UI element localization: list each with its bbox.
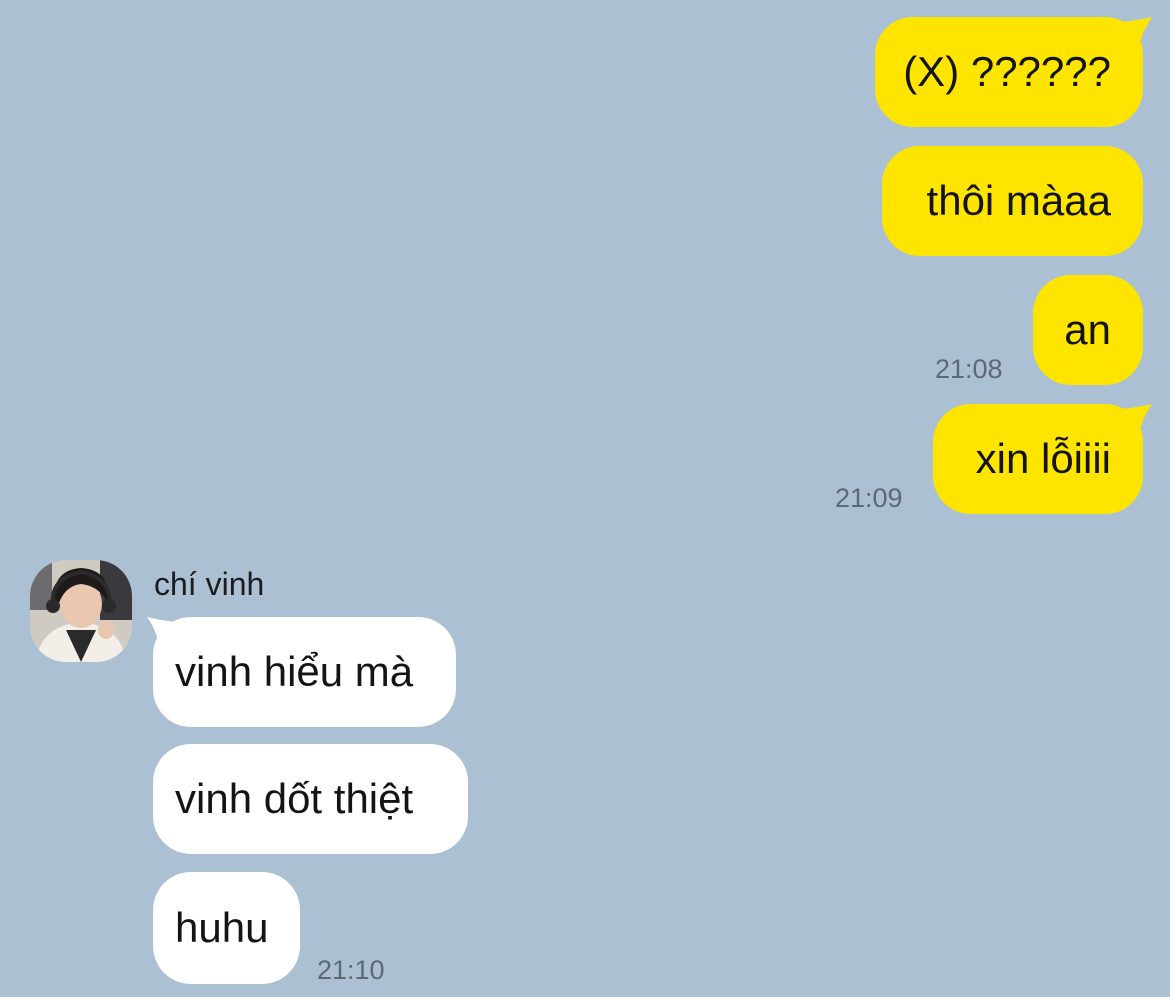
message-timestamp: 21:08	[935, 354, 1003, 384]
message-text: vinh dốt thiệt	[175, 775, 414, 822]
message-text: vinh hiểu mà	[175, 648, 414, 695]
outgoing-message[interactable]: thôi màaa	[882, 146, 1143, 256]
incoming-message[interactable]: vinh hiểu mà	[153, 617, 456, 727]
avatar[interactable]	[30, 560, 132, 662]
message-text: xin lỗiiii	[975, 435, 1111, 482]
outgoing-message[interactable]: an	[1033, 275, 1143, 385]
message-text: an	[1064, 306, 1111, 353]
incoming-message[interactable]: huhu	[153, 872, 300, 984]
message-timestamp: 21:09	[835, 483, 903, 513]
message-timestamp: 21:10	[317, 955, 385, 985]
sender-name: chí vinh	[154, 566, 265, 602]
message-text: huhu	[175, 904, 269, 951]
outgoing-message[interactable]: (X) ??????	[875, 17, 1143, 127]
incoming-message[interactable]: vinh dốt thiệt	[153, 744, 468, 854]
bubble-tail-icon	[1112, 17, 1152, 51]
message-text: thôi màaa	[926, 177, 1111, 224]
profile-photo-icon	[30, 560, 132, 662]
bubble-tail-icon	[1112, 404, 1152, 438]
message-text: (X) ??????	[903, 48, 1111, 95]
